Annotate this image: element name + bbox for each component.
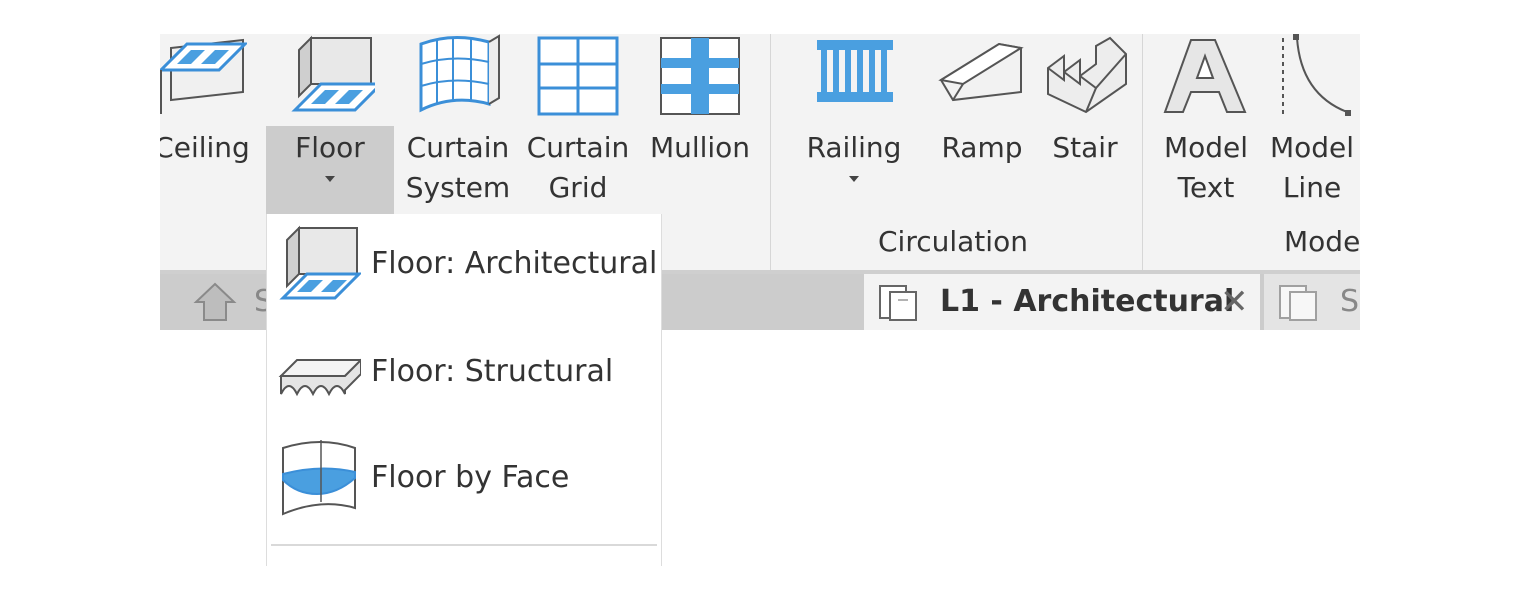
stair-label: Stair — [1052, 131, 1118, 164]
ceiling-icon — [160, 38, 247, 114]
mullion-label: Mullion — [649, 131, 751, 164]
view-icon — [1279, 285, 1317, 321]
curtain-system-label: Curtain System — [405, 131, 511, 204]
floor-dropdown-caret-icon[interactable] — [325, 176, 335, 182]
tab-title: Si — [1340, 284, 1360, 319]
menu-separator — [271, 544, 657, 546]
floor-plan-view-icon — [879, 285, 917, 321]
stair-button[interactable]: Stair — [1038, 34, 1132, 214]
railing-icon — [817, 40, 893, 102]
floor-dropdown-menu: Floor: Architectural Floor: Structural F… — [266, 214, 662, 566]
floor-architectural-icon — [279, 225, 361, 300]
ceiling-button[interactable]: Ceiling — [160, 34, 258, 214]
panel-separator — [1142, 34, 1143, 270]
panel-separator — [770, 34, 771, 270]
ceiling-label: Ceiling — [160, 131, 250, 164]
railing-button[interactable]: Railing — [794, 34, 914, 214]
close-icon[interactable]: ✕ — [1220, 274, 1249, 330]
menu-item-floor-architectural[interactable]: Floor: Architectural — [267, 218, 661, 318]
railing-label: Railing — [806, 131, 902, 164]
curtain-system-button[interactable]: Curtain System — [400, 34, 516, 214]
model-text-button[interactable]: Model Text — [1154, 34, 1258, 214]
ramp-label: Ramp — [941, 131, 1023, 164]
tab-next-partial[interactable]: Si — [1264, 274, 1360, 330]
floor-button-group[interactable]: Floor — [266, 34, 394, 214]
curtain-grid-icon — [537, 36, 619, 116]
railing-dropdown-caret-icon[interactable] — [849, 176, 859, 182]
curtain-system-icon — [419, 34, 500, 113]
curtain-grid-button[interactable]: Curtain Grid — [522, 34, 634, 214]
ramp-icon — [938, 42, 1024, 102]
model-line-label: Model Line — [1269, 131, 1355, 204]
mullion-button[interactable]: Mullion — [642, 34, 758, 214]
menu-item-label: Floor: Structural — [371, 354, 614, 389]
curtain-grid-label: Curtain Grid — [526, 131, 630, 204]
tab-title: L1 - Architectural — [940, 284, 1235, 319]
stair-icon — [1047, 36, 1127, 114]
model-line-button[interactable]: Model Line — [1264, 34, 1360, 214]
mullion-icon — [660, 37, 740, 115]
circulation-panel-title: Circulation — [878, 225, 1028, 258]
model-panel-title: Model — [1284, 225, 1360, 258]
floor-icon — [291, 35, 375, 112]
floor-by-face-icon — [282, 440, 356, 516]
home-icon[interactable] — [192, 280, 238, 324]
menu-item-floor-by-face[interactable]: Floor by Face — [267, 432, 661, 532]
model-line-icon — [1282, 34, 1351, 116]
menu-item-label: Floor by Face — [371, 460, 570, 495]
menu-item-floor-structural[interactable]: Floor: Structural — [267, 326, 661, 426]
tab-l1-architectural[interactable]: L1 - Architectural ✕ — [864, 274, 1260, 330]
floor-label: Floor — [295, 131, 365, 164]
model-text-icon — [1163, 39, 1247, 113]
floor-structural-icon — [278, 358, 361, 397]
revit-window: Ceiling Floor Curtain System Curtain Gri… — [160, 34, 1360, 566]
model-text-label: Model Text — [1163, 131, 1249, 204]
ramp-button[interactable]: Ramp — [926, 34, 1038, 214]
menu-item-label: Floor: Architectural — [371, 246, 658, 281]
